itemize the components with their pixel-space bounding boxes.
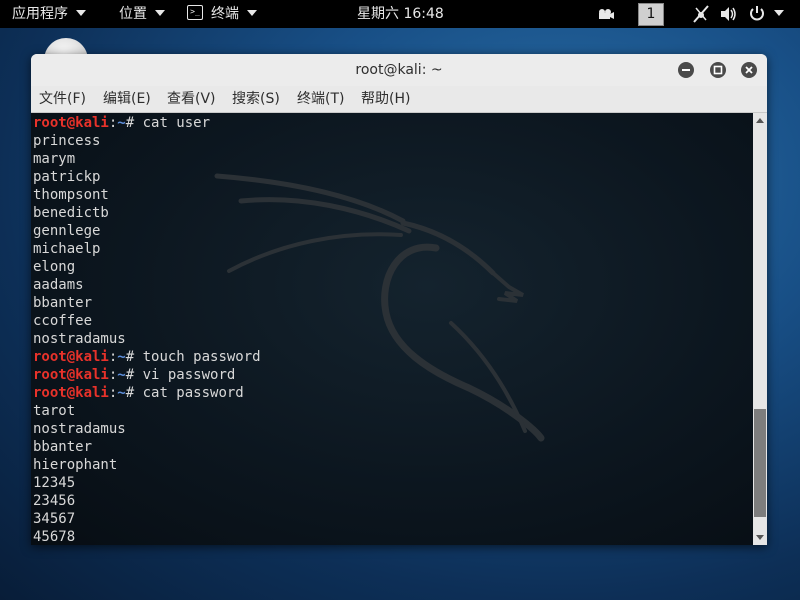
output-line: nostradamus [33, 421, 126, 437]
prompt-user: root@kali [33, 349, 109, 365]
menu-edit[interactable]: 编辑(E) [103, 86, 151, 112]
places-label: 位置 [119, 6, 147, 22]
prompt-path: ~ [117, 385, 126, 401]
terminal-output: root@kali:~# cat user princess marym patric… [33, 114, 261, 545]
terminal-window: root@kali: ~ 文件(F) 编辑(E) 查看(V) 搜索(S) 终端(… [31, 54, 767, 545]
scrollbar[interactable] [753, 113, 767, 545]
output-line: aadams [33, 277, 84, 293]
output-line: marym [33, 151, 76, 167]
prompt-path: ~ [117, 367, 126, 383]
output-line: princess [33, 133, 101, 149]
terminal-app-label: 终端 [211, 6, 239, 22]
output-line: thompsont [33, 187, 109, 203]
command-text: touch password [142, 349, 261, 365]
output-line: bbanter [33, 295, 93, 311]
output-line: benedictb [33, 205, 109, 221]
prompt-line: root@kali:~# cat password [33, 384, 261, 402]
output-line: patrickp [33, 169, 101, 185]
places-menu[interactable]: 位置 [119, 0, 165, 28]
output-line: gennlege [33, 223, 101, 239]
output-line: bbanter [33, 439, 93, 455]
window-title: root@kali: ~ [355, 62, 443, 78]
chevron-down-icon [774, 10, 784, 16]
menu-search[interactable]: 搜索(S) [232, 86, 280, 112]
prompt-line: root@kali:~# touch password [33, 348, 261, 366]
prompt-user: root@kali [33, 115, 109, 131]
close-button[interactable] [741, 62, 757, 78]
output-line: 23456 [33, 493, 76, 509]
network-disabled-icon[interactable] [692, 0, 710, 28]
power-icon[interactable] [748, 0, 766, 28]
menu-terminal[interactable]: 终端(T) [297, 86, 344, 112]
output-line: tarot [33, 403, 76, 419]
menu-help[interactable]: 帮助(H) [361, 86, 410, 112]
maximize-button[interactable] [710, 62, 726, 78]
terminal-area[interactable]: root@kali:~# cat user princess marym patric… [31, 113, 753, 545]
prompt-symbol: # [125, 349, 143, 365]
minimize-button[interactable] [678, 62, 694, 78]
scrollbar-thumb[interactable] [754, 409, 766, 517]
applications-label: 应用程序 [12, 6, 68, 22]
prompt-symbol: # [125, 385, 143, 401]
chevron-down-icon [155, 10, 165, 16]
output-line: 34567 [33, 511, 76, 527]
prompt-user: root@kali [33, 367, 109, 383]
output-line: nostradamus [33, 331, 126, 347]
top-panel: 应用程序 位置 >_ 终端 星期六 16:48 1 [0, 0, 800, 28]
chevron-down-icon [76, 10, 86, 16]
prompt-line: root@kali:~# cat user [33, 114, 261, 132]
prompt-path: ~ [117, 115, 126, 131]
output-line: michaelp [33, 241, 101, 257]
scroll-down-arrow-icon[interactable] [756, 535, 764, 540]
clock[interactable]: 星期六 16:48 [357, 0, 444, 28]
camera-icon[interactable] [597, 0, 615, 28]
output-line: 45678 [33, 529, 76, 545]
workspace-indicator[interactable]: 1 [638, 3, 664, 26]
prompt-user: root@kali [33, 385, 109, 401]
output-line: elong [33, 259, 76, 275]
terminal-app-menu[interactable]: >_ 终端 [187, 0, 257, 28]
prompt-symbol: # [125, 367, 143, 383]
menu-view[interactable]: 查看(V) [167, 86, 216, 112]
output-line: 12345 [33, 475, 76, 491]
scroll-up-arrow-icon[interactable] [756, 118, 764, 123]
command-text: cat user [142, 115, 211, 131]
command-text: vi password [142, 367, 236, 383]
prompt-symbol: # [125, 115, 143, 131]
window-titlebar[interactable]: root@kali: ~ [31, 54, 767, 86]
command-text: cat password [142, 385, 244, 401]
output-line: ccoffee [33, 313, 93, 329]
applications-menu[interactable]: 应用程序 [12, 0, 86, 28]
menu-file[interactable]: 文件(F) [39, 86, 86, 112]
prompt-path: ~ [117, 349, 126, 365]
prompt-line: root@kali:~# vi password [33, 366, 261, 384]
output-line: hierophant [33, 457, 118, 473]
terminal-icon: >_ [187, 4, 203, 20]
menu-bar: 文件(F) 编辑(E) 查看(V) 搜索(S) 终端(T) 帮助(H) [31, 86, 767, 113]
volume-icon[interactable] [719, 0, 739, 28]
power-menu[interactable] [774, 0, 784, 28]
chevron-down-icon [247, 10, 257, 16]
